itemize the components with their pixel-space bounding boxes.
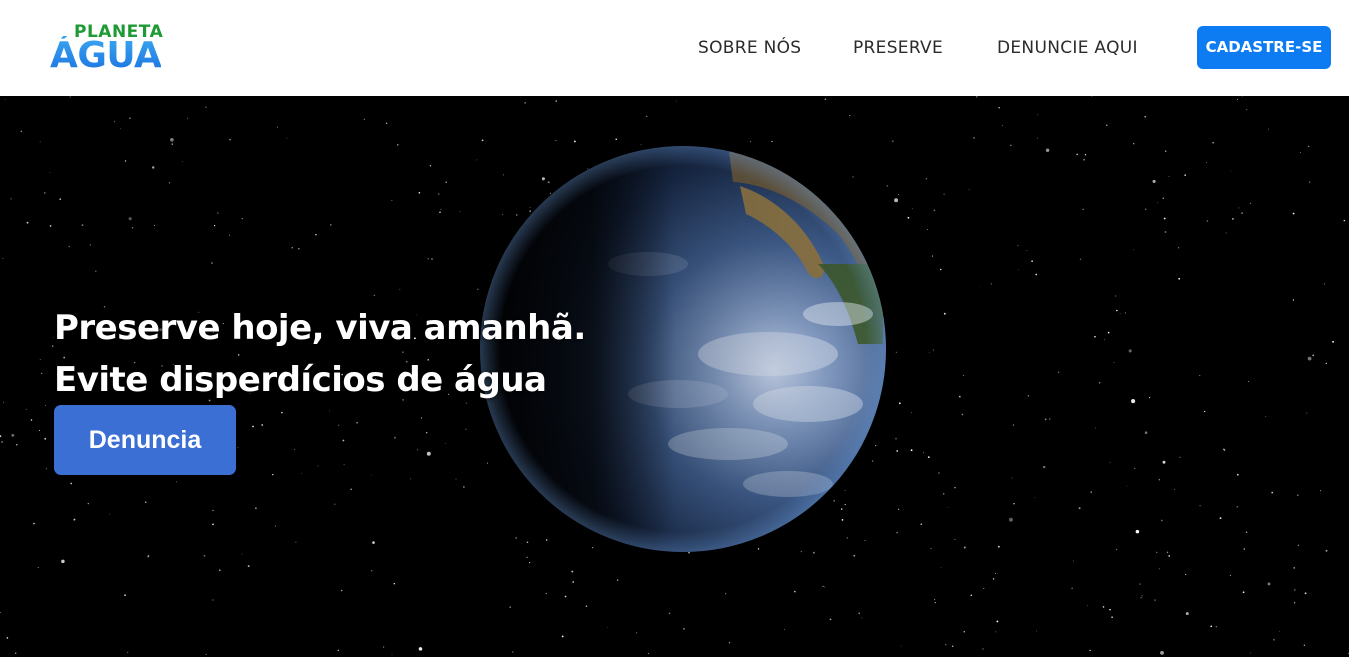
logo-text-agua: ÁGUA (50, 35, 162, 76)
hero-headline-line-2: Evite disperdícios de água (54, 360, 547, 400)
nav-link-sobre-nos[interactable]: SOBRE NÓS (698, 36, 801, 60)
denuncia-button[interactable]: Denuncia (54, 405, 236, 475)
site-header: PLANETA ÁGUA SOBRE NÓS PRESERVE DENUNCIE… (0, 0, 1349, 96)
nav-link-preserve[interactable]: PRESERVE (853, 36, 943, 60)
hero-headline: Preserve hoje, viva amanhã. Evite disper… (54, 302, 586, 406)
hero-section: Preserve hoje, viva amanhã. Evite disper… (0, 96, 1349, 657)
planeta-agua-logo[interactable]: PLANETA ÁGUA (50, 22, 190, 78)
cadastre-se-button[interactable]: CADASTRE-SE (1197, 26, 1331, 69)
hero-headline-line-1: Preserve hoje, viva amanhã. (54, 308, 586, 348)
nav-link-denuncie-aqui[interactable]: DENUNCIE AQUI (997, 36, 1138, 60)
